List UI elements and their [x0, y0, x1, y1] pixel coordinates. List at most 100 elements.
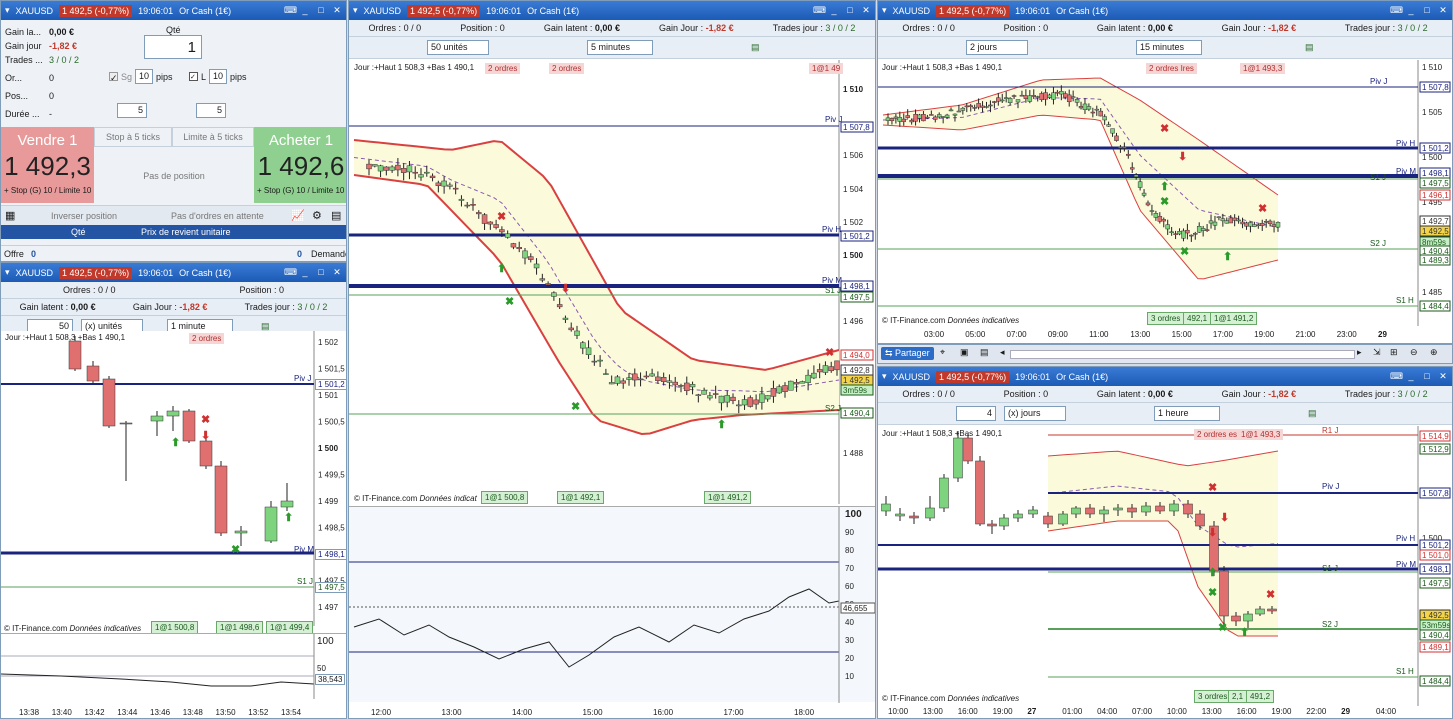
chart2-area[interactable]: 1 5101 5061 5041 5021 5001 4961 4941 488…	[349, 60, 875, 504]
close-icon[interactable]: ✕	[1438, 371, 1448, 382]
qty-input[interactable]: 1	[144, 35, 202, 59]
chart-icon[interactable]: 📈	[291, 209, 305, 222]
keyboard-icon[interactable]: ⌨	[284, 5, 297, 16]
trade-tag[interactable]: 2,1	[1228, 690, 1248, 703]
stop-ticks-button[interactable]: Stop à 5 ticks	[94, 127, 172, 147]
maximize-icon[interactable]: □	[1422, 5, 1432, 16]
trade-tag[interactable]: 1@1 491,2	[704, 491, 752, 504]
trade-top-tag[interactable]: 1@1 493,3	[1238, 429, 1284, 440]
close-icon[interactable]: ✕	[861, 5, 871, 16]
l-input[interactable]: 10	[209, 69, 228, 84]
maximize-icon[interactable]: □	[1422, 371, 1432, 382]
candle-body	[933, 116, 938, 120]
sell-button[interactable]: Vendre 1 1 492,3 + Stop (G) 10 / Limite …	[1, 127, 94, 203]
keyboard-icon[interactable]: ⌨	[813, 5, 826, 16]
limit-stepper[interactable]: 5	[196, 103, 226, 118]
orders-tag[interactable]: 2 ordres	[189, 333, 225, 344]
minimize-icon[interactable]: _	[300, 5, 310, 16]
trade-tag[interactable]: 3 ordres	[1147, 312, 1185, 325]
trade-tag[interactable]: 492,1	[1183, 312, 1212, 325]
maximize-icon[interactable]: □	[316, 267, 326, 278]
share-button[interactable]: ⇆ Partager	[881, 347, 934, 360]
dropdown-icon[interactable]: ▾	[5, 267, 10, 278]
pending-orders-button[interactable]: Pas d'ordres en attente	[171, 211, 264, 221]
zoom-region-icon[interactable]: ⊞	[1390, 347, 1398, 358]
chart3-area[interactable]: 1 5101 5051 5001 4951 4901 485✖⬇⬆✖✖⬆✖1 5…	[878, 60, 1452, 326]
chart4-area[interactable]: 1 5051 5001 4951 490✖⬇⬇⬆✖✖⬆✖1 514,91 512…	[878, 426, 1452, 706]
crosshair-icon[interactable]: ⌖	[940, 347, 945, 358]
buy-sub: + Stop (G) 10 / Limite 10	[257, 186, 345, 195]
qty-select[interactable]: 50 unités	[427, 40, 489, 55]
close-icon[interactable]: ✕	[1438, 5, 1448, 16]
trade-tag[interactable]: 1@1 491,2	[1210, 312, 1258, 325]
scrollbar[interactable]	[1010, 350, 1355, 359]
chart1-area[interactable]: 1 502 1 501,5 1 501 1 500,5 1 500 1 499,5 1 49…	[1, 331, 346, 634]
chart1-rsi[interactable]: 100 50 38,543	[1, 633, 346, 699]
unit-select[interactable]: (x) jours	[1004, 406, 1066, 421]
trade-tag[interactable]: 3 ordres	[1194, 690, 1232, 703]
l-checkbox[interactable]: ✓	[189, 72, 198, 81]
orders-tag[interactable]: 2 ordres Ires	[1146, 63, 1197, 74]
minimize-icon[interactable]: _	[1406, 5, 1416, 16]
chart2-rsi[interactable]: 10090807060504030201046,655	[349, 506, 875, 703]
grid-icon[interactable]: ▦	[5, 209, 15, 222]
sg-checkbox[interactable]: ✓	[109, 72, 118, 83]
minimize-icon[interactable]: _	[300, 267, 310, 278]
maximize-icon[interactable]: □	[316, 5, 326, 16]
scroll-left-icon[interactable]: ◂	[1000, 347, 1005, 358]
close-icon[interactable]: ✕	[332, 267, 342, 278]
trade-tag[interactable]: 491,2	[1246, 690, 1275, 703]
minimize-icon[interactable]: _	[1406, 371, 1416, 382]
timeframe-select[interactable]: 5 minutes	[587, 40, 653, 55]
camera-icon[interactable]: ▣	[960, 347, 969, 358]
indicator-icon[interactable]: ▤	[1305, 42, 1314, 53]
close-icon[interactable]: ✕	[332, 5, 342, 16]
indicator-icon[interactable]: ▤	[1308, 408, 1317, 419]
tools-icon[interactable]: ⚙	[312, 209, 322, 222]
dropdown-icon[interactable]: ▾	[353, 5, 358, 16]
period-select[interactable]: 2 jours	[966, 40, 1028, 55]
scroll-right-icon[interactable]: ▸	[1357, 347, 1362, 358]
indicator-icon[interactable]: ▤	[751, 42, 760, 53]
chart4-titlebar[interactable]: ▾ XAUUSD 1 492,5 (-0,77%) 19:06:01 Or Cash…	[878, 367, 1452, 386]
sg-input[interactable]: 10	[135, 69, 154, 84]
chart1-titlebar[interactable]: ▾ XAUUSD 1 492,5 (-0,77%) 19:06:01 Or Cash…	[1, 263, 346, 282]
dropdown-icon[interactable]: ▾	[5, 5, 10, 16]
keyboard-icon[interactable]: ⌨	[1390, 5, 1403, 16]
sell-marker: ⬇	[561, 283, 570, 295]
trade-top-tag[interactable]: 1@1 493,3	[1240, 63, 1286, 74]
trade-tag[interactable]: 1@1 500,8	[481, 491, 529, 504]
dropdown-icon[interactable]: ▾	[882, 5, 887, 16]
candle-body	[1185, 229, 1190, 234]
export-icon[interactable]: ▤	[331, 209, 341, 222]
scale-box-label: 1 484,4	[1422, 677, 1449, 686]
chart2-titlebar[interactable]: ▾ XAUUSD 1 492,5 (-0,77%) 19:06:01 Or Cash…	[349, 1, 875, 20]
stop-stepper[interactable]: 5	[117, 103, 147, 118]
orders-tag[interactable]: 2 ordres	[485, 63, 521, 74]
invert-position-button[interactable]: Inverser position	[51, 211, 117, 221]
gain-jour-label: Gain jour	[5, 41, 42, 51]
limit-ticks-button[interactable]: Limite à 5 ticks	[172, 127, 254, 147]
rsi-tick: 20	[845, 654, 854, 663]
chart3-titlebar[interactable]: ▾ XAUUSD 1 492,5 (-0,77%) 19:06:01 Or Cash…	[878, 1, 1452, 20]
keyboard-icon[interactable]: ⌨	[1390, 371, 1403, 382]
maximize-icon[interactable]: □	[845, 5, 855, 16]
candle-body	[799, 381, 806, 384]
order-panel-titlebar[interactable]: ▾ XAUUSD 1 492,5 (-0,77%) 19:06:01 Or Ca…	[1, 1, 346, 20]
trade-top-tag[interactable]: 1@1 49	[809, 63, 844, 74]
minimize-icon[interactable]: _	[829, 5, 839, 16]
timeframe-select[interactable]: 1 heure	[1154, 406, 1220, 421]
trade-tag[interactable]: 1@1 492,1	[557, 491, 605, 504]
autoscale-icon[interactable]: ⇲	[1373, 347, 1381, 358]
period-input[interactable]: 4	[956, 406, 996, 421]
orders-tag[interactable]: 2 ordres	[549, 63, 585, 74]
candle-body	[400, 168, 407, 173]
dropdown-icon[interactable]: ▾	[882, 371, 887, 382]
buy-button[interactable]: Acheter 1 1 492,6 + Stop (G) 10 / Limite…	[254, 127, 346, 203]
layout-icon[interactable]: ▤	[980, 347, 989, 358]
timeframe-select[interactable]: 15 minutes	[1136, 40, 1202, 55]
keyboard-icon[interactable]: ⌨	[284, 267, 297, 278]
zoom-in-icon[interactable]: ⊕	[1430, 347, 1438, 358]
zoom-out-icon[interactable]: ⊖	[1410, 347, 1418, 358]
orders-tag[interactable]: 2 ordres es	[1194, 429, 1241, 440]
